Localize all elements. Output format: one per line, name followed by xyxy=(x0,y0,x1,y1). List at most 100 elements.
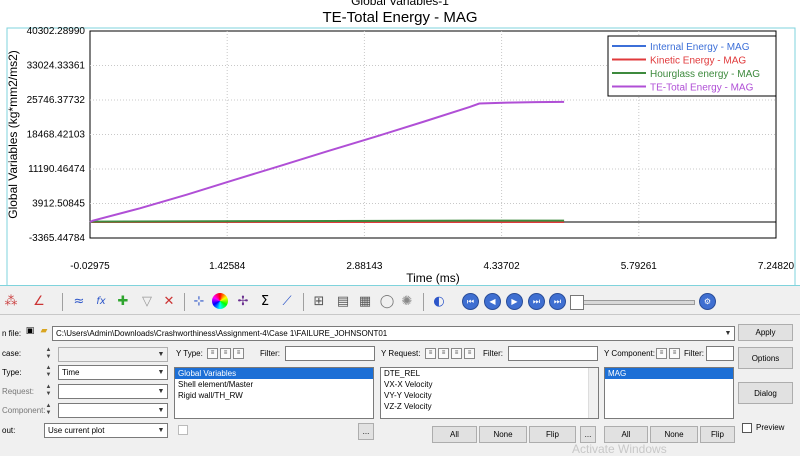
y-component-filter-input[interactable] xyxy=(706,346,734,361)
x-tick-label: 1.42584 xyxy=(209,261,246,272)
x-request-stepper[interactable]: ▲ ▼ xyxy=(44,384,53,399)
play-icon[interactable]: ▶ xyxy=(506,293,523,310)
next-frame-icon[interactable]: ⏭ xyxy=(528,293,545,310)
y-request-list[interactable]: DTE_REL VX-X Velocity VY-Y Velocity VZ-Z… xyxy=(380,367,599,419)
animation-settings-icon[interactable]: ⚙ xyxy=(699,293,716,310)
y-request-more-button[interactable]: ... xyxy=(580,426,596,443)
note-icon[interactable]: ◯ xyxy=(378,292,396,310)
sort-alpha-icon[interactable]: ≡ xyxy=(451,348,462,359)
legend-icon[interactable]: ▤ xyxy=(334,292,352,310)
list-item[interactable]: DTE_REL xyxy=(381,368,598,379)
y-request-none-button[interactable]: None xyxy=(479,426,527,443)
y-request-sort-icons: ≡ ≡ ≡ ≡ xyxy=(425,348,475,359)
chevron-down-icon[interactable]: ▼ xyxy=(156,349,166,360)
sort-desc-icon[interactable]: ≡ xyxy=(669,348,680,359)
y-request-filter-label: Filter: xyxy=(483,349,503,358)
sort-desc-icon[interactable]: ≡ xyxy=(438,348,449,359)
chevron-down-icon[interactable]: ▼ xyxy=(156,367,166,378)
plot-window[interactable]: -0.02975 1.42584 2.88143 4.33702 5.79261 7.24… xyxy=(0,0,800,286)
chevron-down-icon[interactable]: ▼ xyxy=(156,405,166,416)
curve-edit-icon[interactable]: ≈ xyxy=(70,292,88,310)
axis-icon[interactable]: ⊹ xyxy=(190,292,208,310)
settings-icon[interactable]: ✺ xyxy=(398,292,416,310)
x-component-label: Component: xyxy=(2,406,46,415)
sigma-icon[interactable]: Σ xyxy=(256,292,274,310)
y-request-filter-input[interactable] xyxy=(508,346,598,361)
sort-asc-icon[interactable]: ≡ xyxy=(425,348,436,359)
y-component-list[interactable]: MAG xyxy=(604,367,734,419)
apply-button[interactable]: Apply xyxy=(738,324,793,341)
y-request-all-button[interactable]: All xyxy=(432,426,477,443)
chevron-down-icon[interactable]: ▼ xyxy=(723,328,733,339)
sort-asc-icon[interactable]: ≡ xyxy=(207,348,218,359)
list-item[interactable]: VX-X Velocity xyxy=(381,379,598,390)
y-type-sort-icons: ≡ ≡ ≡ xyxy=(207,348,244,359)
subcase-select[interactable]: ▼ xyxy=(58,347,168,362)
delete-curve-icon[interactable]: ✕ xyxy=(160,292,178,310)
y-component-flip-button[interactable]: Flip xyxy=(700,426,735,443)
color-wheel-icon[interactable] xyxy=(212,293,228,309)
dialog-button[interactable]: Dialog xyxy=(738,382,793,404)
preview-label: Preview xyxy=(756,423,785,432)
y-request-flip-button[interactable]: Flip xyxy=(529,426,576,443)
chevron-down-icon[interactable]: ▼ xyxy=(156,425,166,436)
x-request-select[interactable]: ▼ xyxy=(58,384,168,399)
list-item[interactable]: Global Variables xyxy=(175,368,373,379)
options-button[interactable]: Options xyxy=(738,347,793,369)
y-tick-label: 11190.46474 xyxy=(28,164,85,175)
x-component-stepper[interactable]: ▲ ▼ xyxy=(44,403,53,418)
fx-function-icon[interactable]: fx xyxy=(92,292,110,310)
toolbar-separator xyxy=(184,293,185,311)
layout-checkbox[interactable] xyxy=(178,425,188,435)
activation-watermark: Activate Windows xyxy=(572,442,667,456)
list-item[interactable]: Rigid wall/TH_RW xyxy=(175,390,373,401)
y-tick-label: 3912.50845 xyxy=(32,199,85,210)
x-request-label: Request: xyxy=(2,387,35,396)
animation-toggle-icon[interactable]: ◐ xyxy=(430,292,448,310)
add-curve-icon[interactable]: ✚ xyxy=(114,292,132,310)
chart-title: TE-Total Energy - MAG xyxy=(322,9,478,26)
x-component-select[interactable]: ▼ xyxy=(58,403,168,418)
layout-select[interactable]: Use current plot ▼ xyxy=(44,423,168,438)
sort-value-icon[interactable]: ≡ xyxy=(464,348,475,359)
file-path-input[interactable]: C:\Users\Admin\Downloads\Crashworthiness… xyxy=(52,326,735,341)
table-icon[interactable]: ▦ xyxy=(356,292,374,310)
measure-icon[interactable]: ⟋ xyxy=(278,292,296,310)
x-type-label: Type: xyxy=(2,368,22,377)
list-item[interactable]: VY-Y Velocity xyxy=(381,390,598,401)
x-type-stepper[interactable]: ▲ ▼ xyxy=(44,365,53,380)
list-item[interactable]: VZ-Z Velocity xyxy=(381,401,598,412)
x-type-select[interactable]: Time ▼ xyxy=(58,365,168,380)
y-type-list[interactable]: Global Variables Shell element/Master Ri… xyxy=(174,367,374,419)
y-component-all-button[interactable]: All xyxy=(604,426,648,443)
crosshair-icon[interactable]: ✢ xyxy=(234,292,252,310)
list-item[interactable]: Shell element/Master xyxy=(175,379,373,390)
x-tick-label: 2.88143 xyxy=(346,261,383,272)
frame-slider-track[interactable] xyxy=(583,300,695,305)
x-tick-label: 4.33702 xyxy=(484,261,521,272)
y-component-none-button[interactable]: None xyxy=(650,426,698,443)
chart: -0.02975 1.42584 2.88143 4.33702 5.79261 7.24… xyxy=(6,26,796,286)
preview-checkbox[interactable] xyxy=(742,423,752,433)
more-options-button[interactable]: ... xyxy=(358,423,374,440)
prev-frame-icon[interactable]: ◀ xyxy=(484,293,501,310)
subcase-stepper[interactable]: ▲ ▼ xyxy=(44,347,53,362)
chevron-down-icon[interactable]: ▼ xyxy=(156,386,166,397)
y-request-scrollbar[interactable] xyxy=(588,368,598,418)
first-frame-icon[interactable]: ⏮ xyxy=(462,293,479,310)
y-component-filter-label: Filter: xyxy=(684,349,704,358)
filter-icon[interactable]: ▽ xyxy=(138,292,156,310)
list-item[interactable]: MAG xyxy=(605,368,733,379)
last-frame-icon[interactable]: ⏭ xyxy=(549,293,566,310)
x-tick-label: 7.24820 xyxy=(758,261,795,272)
y-type-filter-input[interactable] xyxy=(285,346,375,361)
folder-icon[interactable]: ▰ xyxy=(38,325,50,337)
frame-slider-thumb[interactable] xyxy=(570,295,584,310)
sort-desc-icon[interactable]: ≡ xyxy=(220,348,231,359)
curve-math-icon[interactable]: ∠ xyxy=(30,292,48,310)
grid-icon[interactable]: ⊞ xyxy=(310,292,328,310)
sort-alpha-icon[interactable]: ≡ xyxy=(233,348,244,359)
sort-asc-icon[interactable]: ≡ xyxy=(656,348,667,359)
plot-type-icon[interactable]: ⁂ xyxy=(2,292,20,310)
file-icon[interactable]: ▣ xyxy=(24,325,36,337)
